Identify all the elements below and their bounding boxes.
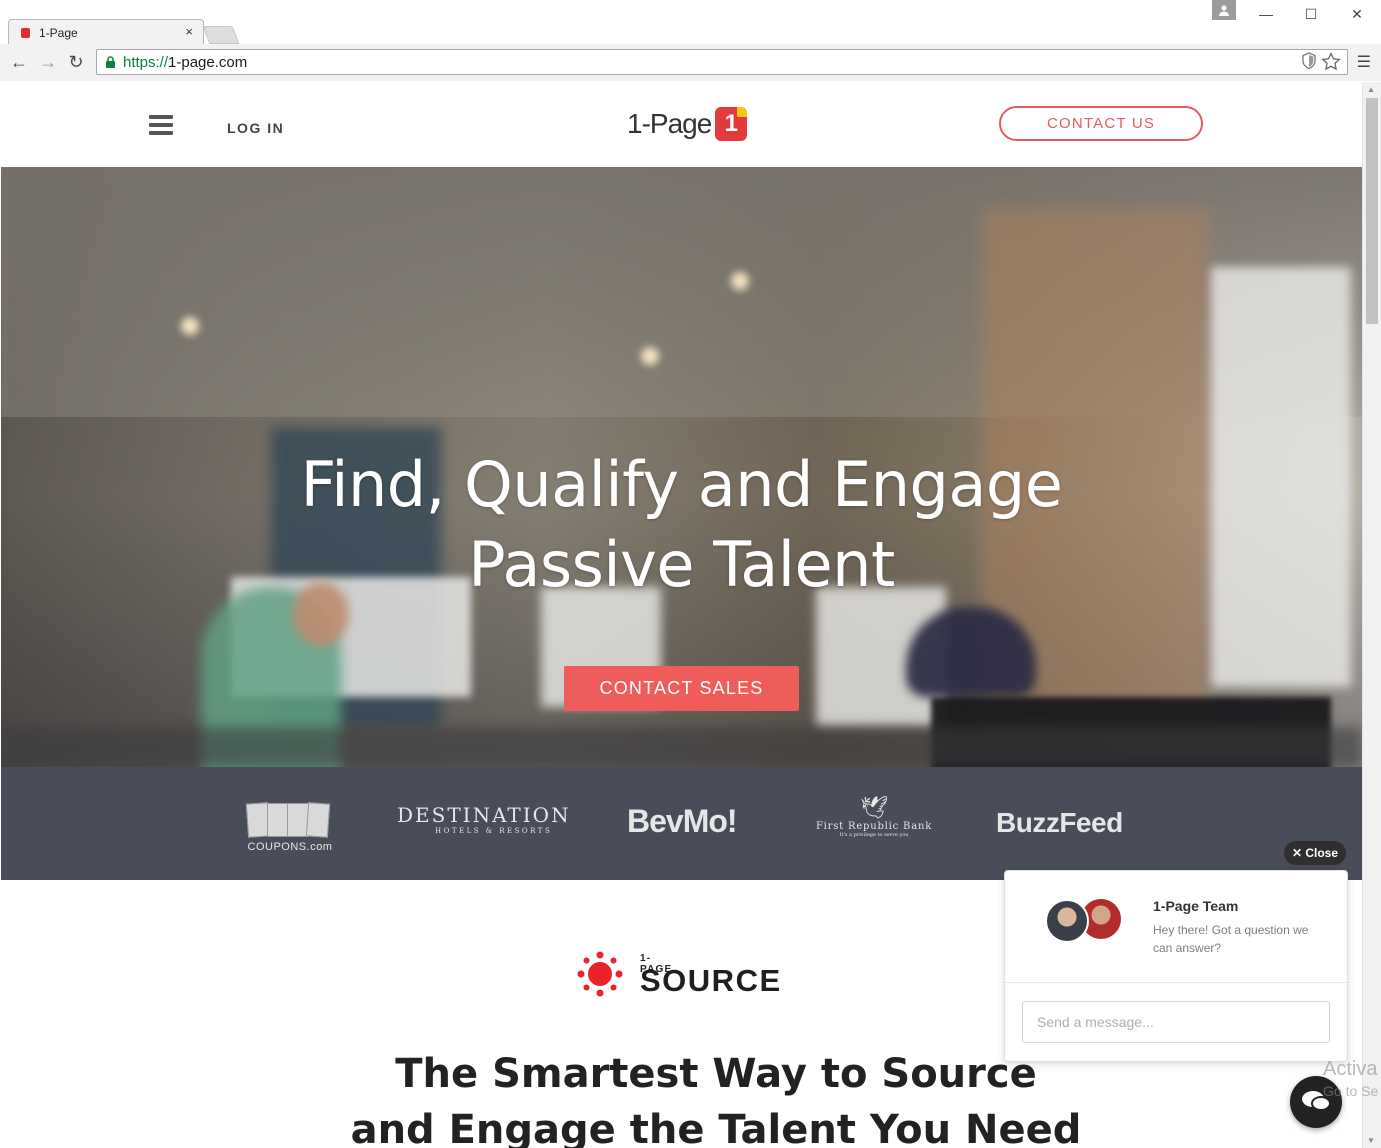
tab-close-icon[interactable]: × — [185, 24, 193, 39]
eagle-icon: 🕊 — [860, 795, 888, 820]
site-header: LOG IN 1-Page 1 CONTACT US — [1, 82, 1362, 167]
login-link[interactable]: LOG IN — [227, 120, 284, 136]
hamburger-menu-icon[interactable] — [149, 115, 173, 135]
chat-greeting: Hey there! Got a question we can answer? — [1153, 923, 1309, 955]
browser-menu-icon[interactable]: ☰ — [1357, 52, 1371, 72]
agent-avatar — [1045, 899, 1089, 943]
profile-icon[interactable] — [1212, 0, 1236, 20]
logo-wordmark: 1-Page — [627, 108, 712, 139]
chat-header: 1-Page Team Hey there! Got a question we… — [1005, 871, 1347, 983]
favicon-icon — [21, 28, 30, 38]
chat-widget: 1-Page Team Hey there! Got a question we… — [1004, 870, 1348, 1062]
maximize-button[interactable]: ☐ — [1288, 0, 1334, 28]
new-tab-button[interactable] — [202, 26, 240, 44]
first-republic-logo: 🕊 First Republic Bank It's a privilege t… — [813, 795, 935, 838]
scrollbar-thumb[interactable] — [1366, 98, 1378, 324]
reload-button[interactable]: ↻ — [64, 50, 88, 74]
window-close-button[interactable]: ✕ — [1334, 0, 1380, 28]
coupons-cards-icon — [243, 801, 337, 841]
chat-message-input[interactable] — [1022, 1001, 1330, 1043]
tab-title: 1-Page — [39, 26, 78, 40]
tab-strip: 1-Page × — ☐ ✕ — [0, 0, 1381, 45]
address-bar[interactable]: https://1-page.com — [96, 49, 1348, 75]
chat-close-button[interactable]: ✕ Close — [1284, 841, 1346, 865]
site-logo[interactable]: 1-Page 1 — [627, 104, 748, 144]
minimize-button[interactable]: — — [1243, 0, 1289, 28]
page-scrollbar[interactable]: ▲ ▼ — [1362, 82, 1381, 1148]
logo-mark-icon: 1 — [715, 107, 748, 141]
browser-toolbar: ← → ↻ https://1-page.com ☰ — [0, 44, 1381, 81]
bevmo-logo: BevMo! — [627, 803, 738, 839]
os-activation-watermark-sub: Go to Se — [1323, 1083, 1379, 1099]
shield-icon[interactable] — [1301, 52, 1317, 70]
scroll-down-icon[interactable]: ▼ — [1367, 1136, 1375, 1145]
browser-chrome: 1-Page × — ☐ ✕ ← → ↻ https://1-page.com … — [0, 0, 1381, 81]
browser-tab[interactable]: 1-Page × — [8, 19, 204, 45]
contact-sales-button[interactable]: CONTACT SALES — [564, 666, 799, 711]
buzzfeed-logo: BuzzFeed — [996, 807, 1123, 838]
client-logos-bar: COUPONS.com DESTINATION HOTELS & RESORTS… — [1, 767, 1362, 880]
star-icon[interactable] — [1321, 51, 1341, 71]
destination-hotels-logo: DESTINATION HOTELS & RESORTS — [397, 803, 571, 835]
back-button[interactable]: ← — [7, 50, 31, 74]
hero-section: Find, Qualify and Engage Passive Talent … — [1, 167, 1362, 767]
os-activation-watermark: Activa — [1323, 1058, 1378, 1080]
lock-icon — [106, 56, 115, 68]
hero-title: Find, Qualify and Engage Passive Talent — [300, 448, 1063, 601]
coupons-logo: COUPONS.com — [243, 801, 337, 853]
forward-button[interactable]: → — [36, 50, 60, 74]
chat-team-name: 1-Page Team — [1153, 898, 1239, 914]
url-text: https://1-page.com — [123, 54, 248, 71]
source-burst-icon — [577, 951, 623, 997]
scroll-up-icon[interactable]: ▲ — [1367, 85, 1375, 94]
contact-us-button[interactable]: CONTACT US — [999, 106, 1203, 141]
